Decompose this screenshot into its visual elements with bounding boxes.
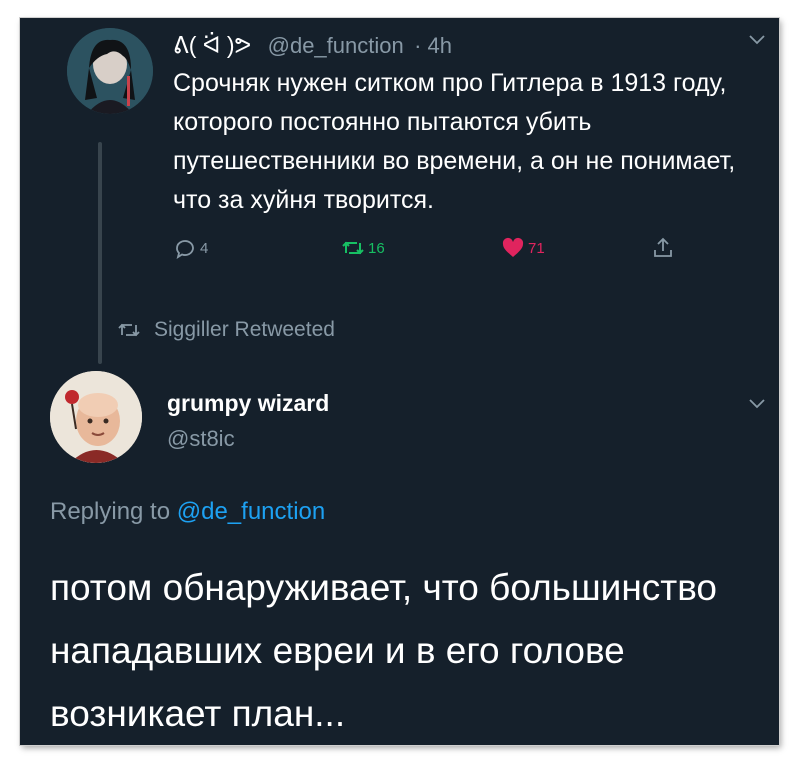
replying-prefix: Replying to — [50, 498, 171, 525]
reply-count: 4 — [200, 239, 209, 257]
avatar-image — [50, 371, 142, 463]
display-name[interactable]: ᕕ( ᐛ )ᕗ — [173, 32, 251, 58]
tweet-text: потом обнаруживает, что большинство напа… — [50, 567, 718, 734]
thread-connector — [98, 142, 102, 364]
mention-link[interactable]: @de_function — [177, 498, 325, 525]
username[interactable]: @de_function — [268, 33, 404, 58]
retweet-icon — [342, 241, 364, 255]
timestamp[interactable]: · 4h — [414, 33, 452, 58]
chevron-down-icon[interactable] — [748, 398, 766, 410]
retweet-count: 16 — [368, 239, 385, 257]
retweet-button[interactable]: 16 — [341, 236, 385, 260]
retweet-icon — [118, 323, 140, 337]
reply-icon — [176, 240, 194, 259]
tweet-header: ᕕ( ᐛ )ᕗ @de_function · 4h — [173, 32, 452, 59]
share-button[interactable] — [651, 236, 675, 260]
chevron-down-icon[interactable] — [748, 34, 766, 46]
heart-icon — [502, 237, 524, 257]
avatar-image — [67, 28, 153, 114]
retweet-context: Siggiller Retweeted — [118, 318, 335, 342]
retweeted-by-label[interactable]: Siggiller Retweeted — [154, 318, 335, 342]
tweet-thread-screenshot: ᕕ( ᐛ )ᕗ @de_function · 4h Срочняк нужен … — [20, 18, 779, 745]
like-button[interactable]: 71 — [501, 236, 545, 260]
username[interactable]: @st8ic — [167, 426, 235, 452]
tweet-text: Срочняк нужен ситком про Гитлера в 1913 … — [173, 69, 736, 214]
replying-to-line: Replying to @de_function — [50, 498, 325, 526]
like-count: 71 — [528, 239, 545, 257]
avatar[interactable] — [67, 28, 153, 114]
reply-button[interactable]: 4 — [173, 236, 208, 260]
share-icon — [654, 237, 672, 257]
avatar[interactable] — [50, 371, 142, 463]
display-name[interactable]: grumpy wizard — [167, 390, 329, 417]
